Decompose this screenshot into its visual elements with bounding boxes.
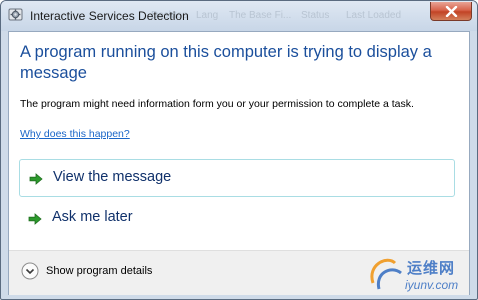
watermark-domain: iyunv.com (405, 278, 459, 292)
watermark: 运维网 iyunv.com (365, 253, 473, 297)
content-text: The program might need information form … (20, 98, 414, 110)
chevron-down-icon (21, 262, 39, 280)
main-instruction: A program running on this computer is tr… (20, 43, 432, 82)
title-bar[interactable]: Desktop Lang The Base Fi... Status Last … (1, 1, 477, 31)
services-icon (8, 7, 24, 23)
watermark-logo-icon (370, 258, 402, 290)
close-button[interactable] (430, 2, 472, 21)
background-text: Last Loaded (346, 10, 402, 21)
window-title: Interactive Services Detection (30, 9, 189, 23)
green-arrow-icon (29, 173, 43, 185)
command-label: Ask me later (52, 209, 133, 225)
background-text: Lang (196, 10, 219, 21)
view-message-command[interactable]: View the message (19, 159, 455, 197)
watermark-text: 运维网 (407, 260, 456, 277)
background-text: The Base Fi... (229, 10, 292, 21)
green-arrow-icon (28, 213, 42, 225)
dialog-window: Desktop Lang The Base Fi... Status Last … (0, 0, 478, 300)
background-text: Status (301, 10, 330, 21)
help-link[interactable]: Why does this happen? (20, 128, 130, 140)
expander-label: Show program details (46, 265, 153, 277)
close-icon (445, 6, 458, 17)
ask-later-command[interactable]: Ask me later (19, 200, 455, 238)
command-label: View the message (53, 169, 172, 185)
